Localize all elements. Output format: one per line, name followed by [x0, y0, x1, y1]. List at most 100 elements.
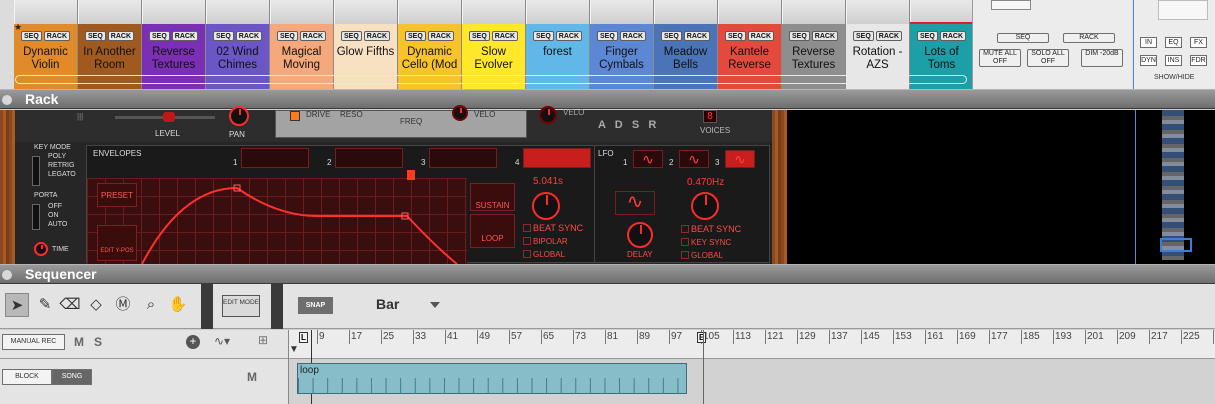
- lfo-delay-knob[interactable]: [627, 222, 653, 248]
- rack-header[interactable]: Rack: [0, 89, 1215, 109]
- channel-scroll-lane[interactable]: [15, 75, 967, 84]
- snap-value-select[interactable]: Bar: [376, 296, 399, 312]
- pencil-tool-icon[interactable]: ✎: [33, 293, 57, 317]
- mute-tool-icon[interactable]: Ⓜ: [111, 293, 135, 317]
- end-marker[interactable]: E: [697, 332, 707, 343]
- loop-button[interactable]: LOOP: [470, 214, 515, 248]
- show-ins-button[interactable]: INS: [1165, 55, 1182, 66]
- level-slider-handle[interactable]: [163, 112, 175, 122]
- channel-rack-button[interactable]: RACK: [683, 31, 711, 41]
- channel-rack-button[interactable]: RACK: [363, 31, 391, 41]
- channel-rack-button[interactable]: RACK: [427, 31, 455, 41]
- edit-mode-button[interactable]: EDIT MODE: [222, 295, 260, 317]
- channel-rack-button[interactable]: RACK: [171, 31, 199, 41]
- channel-rack-button[interactable]: RACK: [107, 31, 135, 41]
- mute-all-button[interactable]: M: [74, 335, 84, 349]
- key-mode-switch[interactable]: [32, 156, 40, 186]
- pan-knob[interactable]: [229, 106, 249, 126]
- time-knob[interactable]: [34, 242, 48, 256]
- playhead-icon[interactable]: ▼: [289, 344, 299, 355]
- channel-seq-button[interactable]: SEQ: [468, 31, 490, 41]
- loop-clip[interactable]: loop: [297, 363, 688, 394]
- show-fdr-button[interactable]: FDR: [1190, 55, 1207, 66]
- envelope-selector-4[interactable]: [523, 148, 591, 168]
- channel-rack-button[interactable]: RACK: [43, 31, 71, 41]
- show-fx-button[interactable]: FX: [1190, 37, 1207, 48]
- channel-header[interactable]: [654, 0, 718, 24]
- channel-seq-button[interactable]: SEQ: [20, 31, 42, 41]
- envelope-selector-1[interactable]: [241, 148, 309, 168]
- channel-header[interactable]: [590, 0, 654, 24]
- rack-navigator[interactable]: [1135, 110, 1215, 264]
- envelope-selector-3[interactable]: [429, 148, 497, 168]
- channel-rack-button[interactable]: RACK: [747, 31, 775, 41]
- channel-seq-button[interactable]: SEQ: [340, 31, 362, 41]
- channel-rack-button[interactable]: RACK: [939, 31, 967, 41]
- channel-rack-button[interactable]: RACK: [491, 31, 519, 41]
- lfo-waveform-selector[interactable]: ∿: [615, 191, 655, 215]
- snap-button[interactable]: SNAP: [298, 297, 333, 314]
- voices-display[interactable]: 8: [703, 110, 717, 123]
- channel-header[interactable]: [462, 0, 526, 24]
- channel-seq-button[interactable]: SEQ: [724, 31, 746, 41]
- envelope-graph[interactable]: [87, 178, 467, 264]
- show-in-button[interactable]: IN: [1140, 37, 1157, 48]
- channel-rack-button[interactable]: RACK: [619, 31, 647, 41]
- channel-seq-button[interactable]: SEQ: [596, 31, 618, 41]
- envelope-time-knob[interactable]: [532, 192, 560, 220]
- velo-knob[interactable]: [452, 105, 468, 121]
- channel-header[interactable]: [334, 0, 398, 24]
- lfo-selector-1[interactable]: ∿: [633, 150, 663, 168]
- show-dyn-button[interactable]: DYN: [1140, 55, 1157, 66]
- block-button[interactable]: BLOCK: [2, 369, 52, 385]
- bipolar-checkbox[interactable]: BIPOLAR: [523, 237, 568, 246]
- lfo-global-checkbox[interactable]: GLOBAL: [681, 251, 723, 260]
- preset-button[interactable]: PRESET: [97, 183, 137, 207]
- show-eq-button[interactable]: EQ: [1165, 37, 1182, 48]
- channel-rack-button[interactable]: RACK: [299, 31, 327, 41]
- lfo-selector-3[interactable]: ∿: [725, 150, 755, 168]
- dim-button[interactable]: DIM -20dB: [1081, 49, 1123, 67]
- solo-all-off-button[interactable]: SOLO ALL OFF: [1027, 49, 1069, 67]
- left-locator-marker[interactable]: L: [299, 332, 308, 343]
- channel-rack-button[interactable]: RACK: [555, 31, 583, 41]
- grid-icon[interactable]: ⊞: [258, 333, 268, 347]
- solo-all-button[interactable]: S: [94, 335, 102, 349]
- master-rack-button[interactable]: RACK: [1063, 33, 1115, 43]
- lfo-rate-knob[interactable]: [691, 192, 719, 220]
- channel-header[interactable]: [78, 0, 142, 24]
- channel-rack-button[interactable]: RACK: [875, 31, 903, 41]
- channel-seq-button[interactable]: SEQ: [788, 31, 810, 41]
- arrangement-timeline[interactable]: 9 17 25 33 41 49 57 65 73 81 89 97 105 113 121 129 137 14…: [289, 330, 1215, 404]
- chevron-down-icon[interactable]: [430, 302, 440, 308]
- lfo-beat-sync-label[interactable]: BEAT SYNC: [681, 224, 741, 234]
- edit-ypos-button[interactable]: EDIT Y-POS: [97, 225, 137, 261]
- lfo-selector-2[interactable]: ∿: [679, 150, 709, 168]
- channel-seq-button[interactable]: SEQ: [532, 31, 554, 41]
- filter-toggle[interactable]: [290, 111, 300, 121]
- channel-rack-button[interactable]: RACK: [235, 31, 263, 41]
- channel-seq-button[interactable]: SEQ: [212, 31, 234, 41]
- sequencer-header[interactable]: Sequencer: [0, 264, 1215, 284]
- razor-tool-icon[interactable]: ◇: [84, 293, 108, 317]
- menu-bars-icon[interactable]: |||: [77, 112, 83, 121]
- channel-seq-button[interactable]: SEQ: [916, 31, 938, 41]
- master-top-button[interactable]: [991, 0, 1031, 10]
- rack-collapse-icon[interactable]: [2, 95, 12, 105]
- add-track-icon[interactable]: +: [186, 335, 200, 349]
- env-beat-sync-label[interactable]: BEAT SYNC: [523, 223, 583, 233]
- key-sync-checkbox[interactable]: KEY SYNC: [681, 238, 731, 247]
- bar-ruler[interactable]: 9 17 25 33 41 49 57 65 73 81 89 97 105 113 121 129 137 14…: [289, 330, 1215, 359]
- channel-header[interactable]: [398, 0, 462, 24]
- song-button[interactable]: SONG: [52, 369, 92, 385]
- channel-seq-button[interactable]: SEQ: [660, 31, 682, 41]
- envelope-selector-2[interactable]: [335, 148, 403, 168]
- channel-seq-button[interactable]: SEQ: [84, 31, 106, 41]
- channel-rack-button[interactable]: RACK: [811, 31, 839, 41]
- arrow-tool-icon[interactable]: ➤: [5, 293, 29, 317]
- loop-start-marker[interactable]: [407, 170, 415, 180]
- amp-velo-knob[interactable]: [539, 106, 557, 124]
- porta-switch[interactable]: [32, 204, 40, 230]
- channel-header[interactable]: [782, 0, 846, 24]
- channel-seq-button[interactable]: SEQ: [852, 31, 874, 41]
